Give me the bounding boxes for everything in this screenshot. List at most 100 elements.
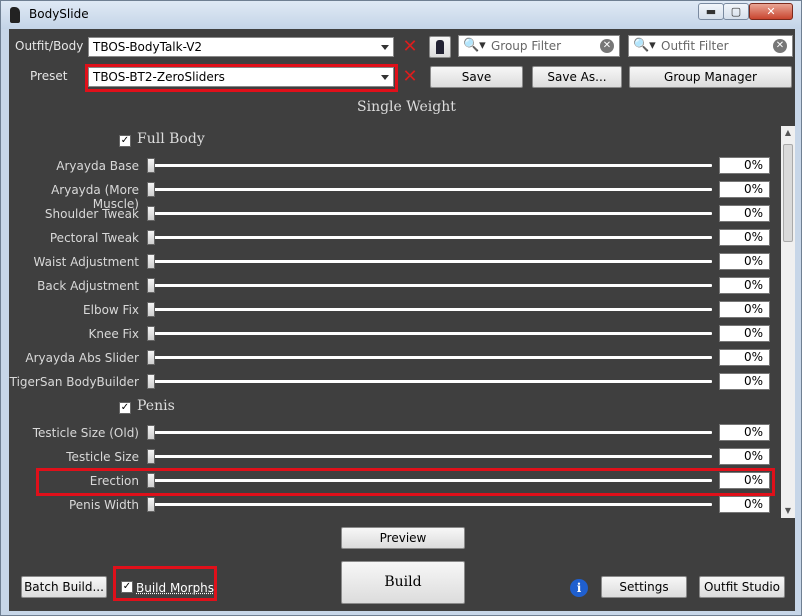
slider-thumb[interactable]: [147, 473, 155, 488]
outfit-body-select[interactable]: TBOS-BodyTalk-V2: [88, 37, 394, 57]
outfit-filter-input[interactable]: 🔍▾ Outfit Filter ✕: [628, 35, 793, 57]
slider-thumb[interactable]: [147, 278, 155, 293]
slider-track[interactable]: [147, 356, 712, 359]
slider-track[interactable]: [147, 380, 712, 383]
slider-value-input[interactable]: 0%: [719, 277, 770, 294]
outfit-studio-button[interactable]: Outfit Studio: [699, 576, 785, 598]
group-title-penis: Penis: [137, 398, 175, 414]
clear-outfit-filter-icon[interactable]: ✕: [773, 39, 787, 53]
save-button[interactable]: Save: [430, 66, 523, 88]
slider-track[interactable]: [147, 479, 712, 482]
preset-select[interactable]: TBOS-BT2-ZeroSliders: [88, 67, 394, 87]
outfit-filter-placeholder: Outfit Filter: [661, 39, 729, 53]
slider-track[interactable]: [147, 431, 712, 434]
slider-label: Penis Width: [68, 498, 139, 512]
save-as-button[interactable]: Save As...: [532, 66, 622, 88]
outfit-body-value: TBOS-BodyTalk-V2: [93, 40, 203, 54]
slider-track[interactable]: [147, 455, 712, 458]
slider-value-input[interactable]: 0%: [719, 205, 770, 222]
slider-track[interactable]: [147, 164, 712, 167]
slider-track[interactable]: [147, 212, 712, 215]
slider-thumb[interactable]: [147, 425, 155, 440]
title-bar[interactable]: BodySlide ▬ ▢ ✕: [1, 1, 801, 29]
slider-label: Back Adjustment: [37, 279, 139, 293]
group-title-full-body: Full Body: [137, 131, 205, 147]
slider-label: Aryayda Base: [56, 159, 139, 173]
main-panel: Outfit/Body TBOS-BodyTalk-V2 ✕ 🔍▾ Group …: [9, 29, 795, 611]
slider-track[interactable]: [147, 284, 712, 287]
slider-thumb[interactable]: [147, 374, 155, 389]
slider-value-input[interactable]: 0%: [719, 373, 770, 390]
clear-group-filter-icon[interactable]: ✕: [600, 39, 614, 53]
slider-value-input[interactable]: 0%: [719, 472, 770, 489]
slider-track[interactable]: [147, 503, 712, 506]
slider-label: Erection: [89, 474, 139, 488]
delete-preset-icon[interactable]: ✕: [400, 67, 420, 87]
slider-value-input[interactable]: 0%: [719, 349, 770, 366]
slider-value-input[interactable]: 0%: [719, 157, 770, 174]
full-body-checkbox[interactable]: ✓: [119, 135, 131, 147]
outfit-settings-button[interactable]: [429, 36, 451, 58]
group-manager-button[interactable]: Group Manager: [629, 66, 792, 88]
slider-value-input[interactable]: 0%: [719, 496, 770, 513]
scroll-up-icon[interactable]: ▲: [781, 126, 795, 140]
slider-thumb[interactable]: [147, 302, 155, 317]
chevron-down-icon: [381, 45, 389, 50]
slider-label: Testicle Size: [66, 450, 139, 464]
weight-mode-title: Single Weight: [357, 99, 456, 115]
slider-thumb[interactable]: [147, 182, 155, 197]
slider-label: Elbow Fix: [83, 303, 139, 317]
build-button[interactable]: Build: [341, 561, 465, 604]
slider-thumb[interactable]: [147, 206, 155, 221]
slider-value-input[interactable]: 0%: [719, 181, 770, 198]
app-icon: [10, 7, 20, 23]
slider-thumb[interactable]: [147, 158, 155, 173]
slider-list-scrollbar[interactable]: ▲ ▼: [781, 126, 795, 518]
slider-track[interactable]: [147, 260, 712, 263]
slider-label: Aryayda Abs Slider: [25, 351, 139, 365]
slider-track[interactable]: [147, 188, 712, 191]
close-button[interactable]: ✕: [749, 3, 793, 20]
slider-label: Knee Fix: [88, 327, 139, 341]
preview-button[interactable]: Preview: [341, 527, 465, 549]
person-settings-icon: [436, 40, 444, 54]
slider-value-input[interactable]: 0%: [719, 424, 770, 441]
penis-group-checkbox[interactable]: ✓: [119, 402, 131, 414]
settings-button[interactable]: Settings: [601, 576, 687, 598]
slider-thumb[interactable]: [147, 497, 155, 512]
slider-thumb[interactable]: [147, 449, 155, 464]
window-title: BodySlide: [29, 7, 89, 21]
slider-value-input[interactable]: 0%: [719, 301, 770, 318]
slider-thumb[interactable]: [147, 350, 155, 365]
info-icon[interactable]: i: [570, 579, 588, 597]
slider-thumb[interactable]: [147, 254, 155, 269]
outfit-body-label: Outfit/Body: [15, 39, 84, 53]
maximize-button[interactable]: ▢: [723, 3, 749, 20]
preset-label: Preset: [30, 69, 68, 83]
build-morphs-checkbox[interactable]: ✓: [121, 581, 133, 593]
slider-track[interactable]: [147, 332, 712, 335]
slider-track[interactable]: [147, 308, 712, 311]
delete-outfit-icon[interactable]: ✕: [400, 37, 420, 57]
bodyslide-window: BodySlide ▬ ▢ ✕ Outfit/Body TBOS-BodyTal…: [0, 0, 802, 616]
slider-value-input[interactable]: 0%: [719, 325, 770, 342]
scrollbar-thumb[interactable]: [783, 144, 793, 242]
search-icon: 🔍▾: [633, 38, 656, 53]
slider-label: TigerSan BodyBuilder: [9, 375, 139, 389]
chevron-down-icon: [381, 75, 389, 80]
slider-thumb[interactable]: [147, 326, 155, 341]
minimize-button[interactable]: ▬: [698, 3, 724, 20]
slider-label: Pectoral Tweak: [49, 231, 139, 245]
slider-label: Waist Adjustment: [33, 255, 139, 269]
slider-value-input[interactable]: 0%: [719, 253, 770, 270]
slider-value-input[interactable]: 0%: [719, 229, 770, 246]
slider-value-input[interactable]: 0%: [719, 448, 770, 465]
slider-track[interactable]: [147, 236, 712, 239]
batch-build-button[interactable]: Batch Build...: [21, 576, 107, 598]
slider-label: Shoulder Tweak: [44, 207, 139, 221]
scroll-down-icon[interactable]: ▼: [781, 504, 795, 518]
preset-value: TBOS-BT2-ZeroSliders: [93, 70, 225, 84]
slider-thumb[interactable]: [147, 230, 155, 245]
group-filter-input[interactable]: 🔍▾ Group Filter ✕: [458, 35, 620, 57]
build-morphs-label[interactable]: Build Morphs: [136, 581, 214, 595]
